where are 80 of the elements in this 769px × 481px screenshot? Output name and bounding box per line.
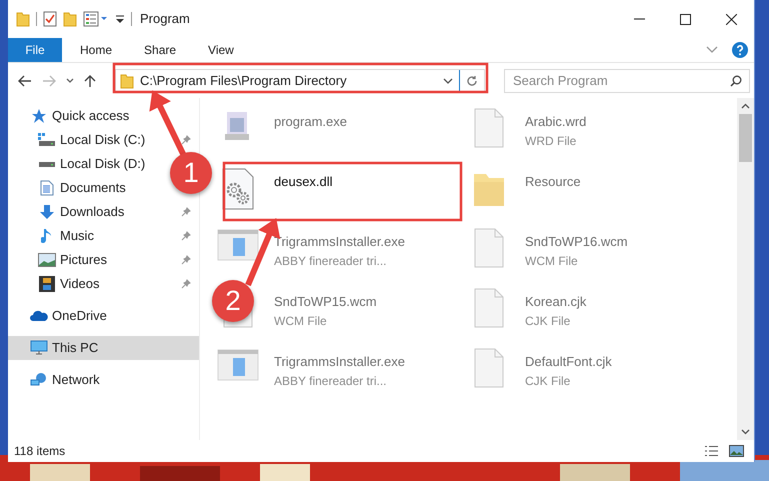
file-name[interactable]: SndToWP15.wcm — [274, 292, 377, 312]
navigation-item[interactable]: Pictures — [36, 248, 107, 272]
navigation-item[interactable]: Videos — [36, 272, 100, 296]
file-name[interactable]: DefaultFont.cjk — [525, 352, 612, 372]
file-name[interactable]: SndToWP16.wcm — [525, 232, 628, 252]
details-view-icon[interactable] — [704, 445, 719, 457]
folder-icon — [120, 72, 134, 88]
navigation-item[interactable]: Quick access — [28, 104, 130, 128]
refresh-icon[interactable] — [466, 74, 478, 86]
search-field[interactable]: Search Program — [504, 68, 750, 92]
installer-icon — [217, 228, 259, 262]
window-title: Program — [140, 10, 190, 28]
monitor-icon — [30, 340, 48, 356]
navigation-item[interactable]: Local Disk (C:) — [36, 128, 146, 152]
file-icon — [474, 108, 504, 148]
file-name[interactable]: Korean.cjk — [525, 292, 586, 312]
scroll-down-icon[interactable] — [741, 429, 750, 435]
item-count: 118 items — [14, 443, 66, 460]
dropdown-icon[interactable] — [443, 78, 453, 84]
settings-file-icon — [222, 168, 254, 210]
file-name[interactable]: TrigrammsInstaller.exe — [274, 352, 405, 372]
pin-icon[interactable] — [181, 231, 191, 241]
search-icon[interactable] — [730, 74, 742, 86]
file-icon — [474, 348, 504, 388]
file-name[interactable]: Arabic.wrd — [525, 112, 586, 132]
drive-icon — [38, 133, 56, 147]
ribbon-tab[interactable]: Share — [130, 38, 190, 62]
file-icon — [474, 288, 504, 328]
navigation-item[interactable]: Music — [36, 224, 94, 248]
file-type: WRD File — [525, 132, 578, 150]
installer-icon — [217, 348, 259, 382]
chevron-icon[interactable] — [706, 46, 718, 54]
recent-dropdown-icon[interactable] — [66, 78, 74, 84]
file-menu-button[interactable]: File — [8, 38, 62, 62]
drive-icon — [39, 162, 55, 166]
picture-icon — [38, 253, 56, 267]
star-icon — [31, 108, 47, 124]
document-icon — [40, 180, 54, 196]
pin-icon[interactable] — [181, 255, 191, 265]
network-icon — [30, 372, 48, 388]
down-arrow-icon — [39, 204, 55, 220]
help-icon[interactable] — [732, 42, 748, 58]
scrollbar[interactable] — [737, 98, 754, 440]
minimize-icon — [634, 18, 644, 20]
scroll-thumb[interactable] — [739, 114, 752, 162]
file-icon — [474, 228, 504, 268]
address-path: C:\Program Files\Program Directory — [140, 72, 347, 90]
properties-icon[interactable] — [83, 11, 109, 27]
scroll-up-icon[interactable] — [741, 103, 750, 109]
pin-icon[interactable] — [181, 279, 191, 289]
film-icon — [39, 276, 55, 292]
cloud-icon — [30, 310, 48, 322]
thumbnail-view-icon[interactable] — [729, 445, 744, 457]
file-name[interactable]: deusex.dll — [274, 172, 333, 192]
navigation-item[interactable]: Network — [28, 368, 100, 392]
pin-icon[interactable] — [181, 135, 191, 145]
file-type: ABBY finereader tri... — [274, 372, 388, 390]
music-note-icon — [41, 228, 53, 244]
ribbon-tab[interactable]: View — [194, 38, 248, 62]
file-type: CJK File — [525, 312, 572, 330]
up-icon[interactable] — [84, 74, 96, 88]
back-icon[interactable] — [18, 74, 32, 86]
file-name[interactable]: Resource — [525, 172, 581, 192]
file-type: WCM File — [274, 312, 328, 330]
file-type: ABBY finereader tri... — [274, 252, 388, 270]
checklist-icon[interactable] — [43, 11, 57, 27]
file-name[interactable]: program.exe — [274, 112, 347, 132]
ribbon-tab[interactable]: Home — [66, 38, 126, 62]
address-bar[interactable]: C:\Program Files\Program Directory — [115, 68, 485, 92]
navigation-item[interactable]: Local Disk (D:) — [36, 152, 146, 176]
file-type: WCM File — [525, 252, 579, 270]
file-type: CJK File — [525, 372, 572, 390]
maximize-icon — [680, 14, 690, 24]
close-icon — [726, 14, 736, 24]
file-name[interactable]: TrigrammsInstaller.exe — [274, 232, 405, 252]
navigation-item[interactable]: Documents — [36, 176, 126, 200]
pin-icon[interactable] — [181, 207, 191, 217]
dropdown-icon[interactable] — [115, 13, 125, 25]
navigation-item[interactable]: Downloads — [36, 200, 124, 224]
navigation-item[interactable]: OneDrive — [28, 304, 107, 328]
